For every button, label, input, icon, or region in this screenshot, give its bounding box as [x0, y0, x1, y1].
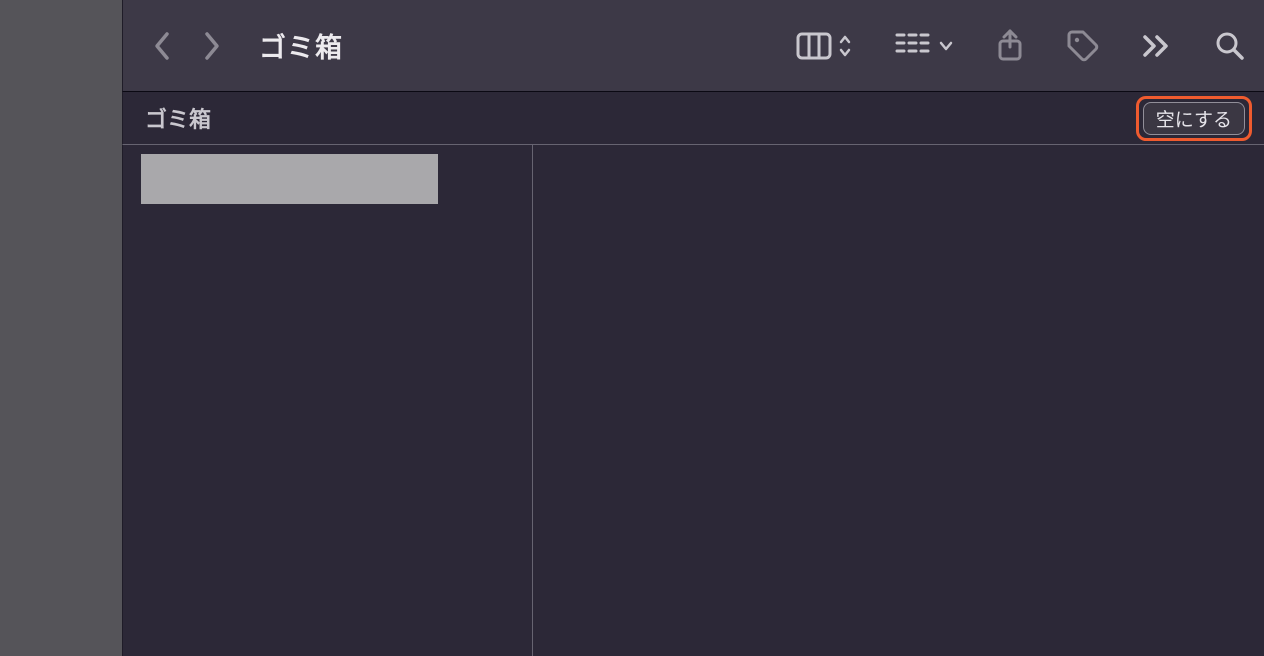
toolbar-left: ゴミ箱	[153, 26, 343, 65]
location-title: ゴミ箱	[145, 102, 211, 134]
double-chevron-right-icon	[1142, 34, 1172, 58]
share-button[interactable]	[996, 29, 1024, 63]
app-window: ゴミ箱	[0, 0, 1264, 656]
toolbar-right	[796, 29, 1246, 63]
path-bar: ゴミ箱 空にする	[122, 92, 1264, 145]
empty-button-highlight: 空にする	[1136, 96, 1252, 141]
list-item[interactable]	[141, 154, 438, 204]
chevron-left-icon	[153, 31, 171, 61]
window-title: ゴミ箱	[259, 26, 343, 65]
tags-button[interactable]	[1066, 29, 1100, 63]
group-view-button[interactable]	[894, 31, 954, 61]
toolbar: ゴミ箱	[122, 0, 1264, 92]
forward-button[interactable]	[203, 31, 221, 61]
up-down-chevron-icon	[838, 34, 852, 58]
tag-icon	[1066, 29, 1100, 63]
preview-column	[533, 145, 1264, 656]
sidebar	[0, 0, 122, 656]
nav-buttons	[153, 31, 221, 61]
chevron-down-icon	[938, 40, 954, 52]
content-area	[122, 145, 1264, 656]
grid-group-icon	[894, 31, 932, 61]
share-icon	[996, 29, 1024, 63]
main-area: ゴミ箱	[122, 0, 1264, 656]
search-button[interactable]	[1214, 30, 1246, 62]
column-view-icon	[796, 32, 832, 60]
empty-trash-button[interactable]: 空にする	[1143, 102, 1245, 135]
column-view-button[interactable]	[796, 32, 852, 60]
more-button[interactable]	[1142, 34, 1172, 58]
chevron-right-icon	[203, 31, 221, 61]
search-icon	[1214, 30, 1246, 62]
file-list-column	[123, 145, 533, 656]
back-button[interactable]	[153, 31, 171, 61]
